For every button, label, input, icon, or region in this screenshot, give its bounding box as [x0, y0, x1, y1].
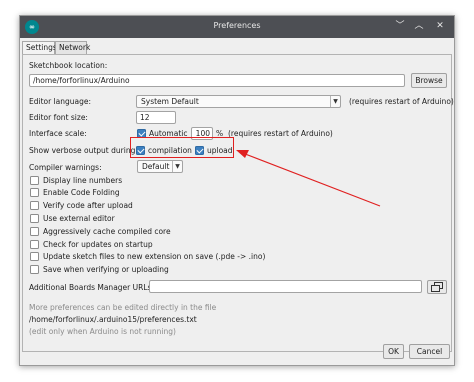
annotation-arrow-icon — [236, 150, 381, 207]
